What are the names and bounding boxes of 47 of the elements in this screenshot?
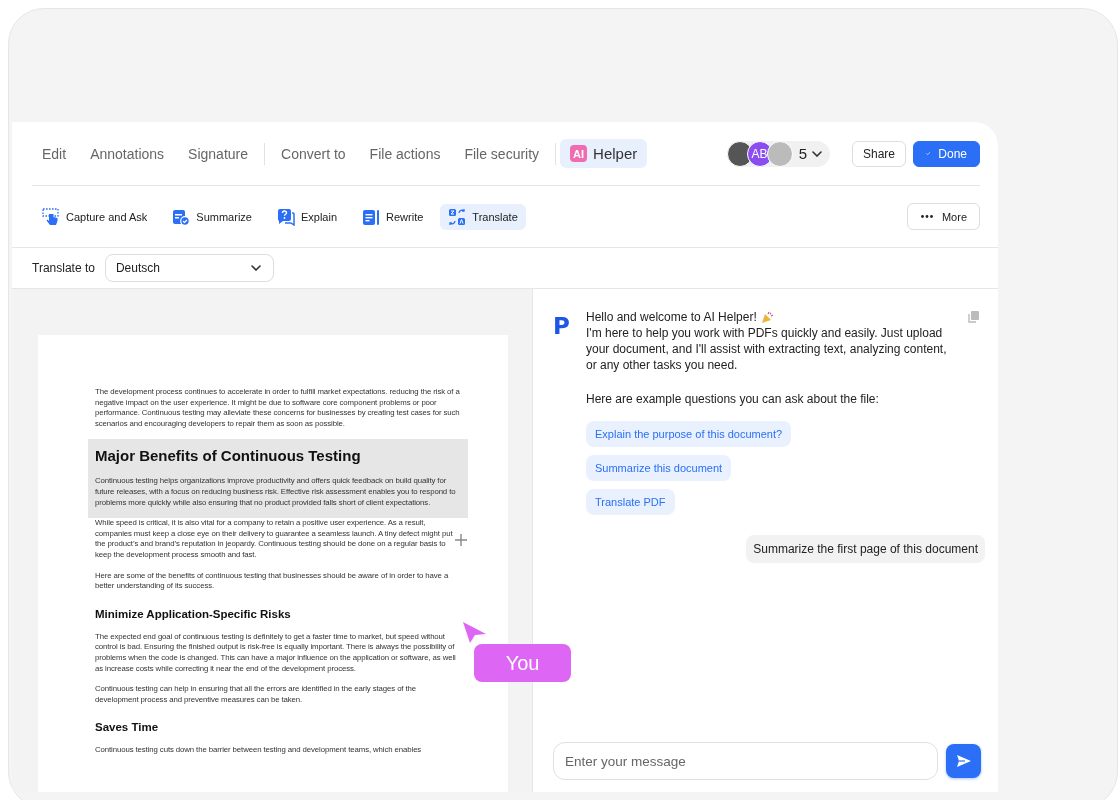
message-input[interactable]: Enter your message [553,742,938,780]
message-text: Here are example questions you can ask about the file: [586,391,880,407]
party-popper-icon [760,310,774,324]
question-bubble-icon [276,207,295,226]
document-heading: Saves Time [95,720,160,736]
menu-tab[interactable]: Annotations [78,139,177,168]
menu-tab[interactable]: File security [452,139,552,168]
notepad-check-icon [172,207,191,226]
document-heading: Minimize Application-Specific Risks [95,606,292,622]
ai-tool-button[interactable]: Summarize [164,203,260,230]
menu-tab[interactable]: Edit [30,139,79,168]
cursor-name-tag: You [474,644,571,682]
check-icon [926,149,931,158]
more-button[interactable]: More [906,203,980,230]
suggestion-chip[interactable]: Summarize this document [586,455,732,481]
message-text: I'm here to help you work with PDFs quickly and easily. Just upload your document, and I'll assist with extracting text, analyzing content, or any other tasks you need. [586,325,948,373]
chevron-down-icon [250,265,261,271]
document-title: Major Benefits of Continuous Testing [95,446,362,467]
menu-tab[interactable]: File actions [357,139,453,168]
ellipsis-icon [920,215,933,218]
translate-icon [448,207,467,226]
ai-badge-icon: AI [570,145,588,162]
pointer-icon [462,621,486,643]
ai-tool-button[interactable]: Capture and Ask [34,203,156,230]
send-button[interactable] [946,744,981,778]
menu-tab[interactable]: AI Helper [560,139,648,168]
ai-tool-button[interactable]: Explain [268,203,346,230]
chevron-down-icon [811,150,822,157]
share-button[interactable]: Share [851,140,906,167]
crosshair-icon [455,534,467,546]
send-icon [956,755,971,767]
assistant-logo: P [553,315,571,337]
ai-tool-button[interactable]: Rewrite [354,203,432,230]
user-message: Summarize the first page of this document [746,535,985,563]
done-button[interactable]: Done [913,140,980,167]
suggestion-chip[interactable]: Translate PDF [586,489,675,515]
collaborators-group[interactable]: AB 5 [726,140,830,167]
menu-tab[interactable]: Signature [176,139,260,168]
avatar [766,140,793,167]
ai-tool-button[interactable]: Translate [440,203,526,230]
language-dropdown[interactable]: Deutsch [104,254,274,282]
menu-tab[interactable]: Convert to [269,139,358,168]
pointer-frame-icon [42,207,60,226]
notepad-icon [362,207,381,226]
suggestion-chip[interactable]: Explain the purpose of this document? [586,421,792,447]
translate-label: Translate to [32,261,95,275]
greeting-text: Hello and welcome to AI Helper! [586,309,757,325]
